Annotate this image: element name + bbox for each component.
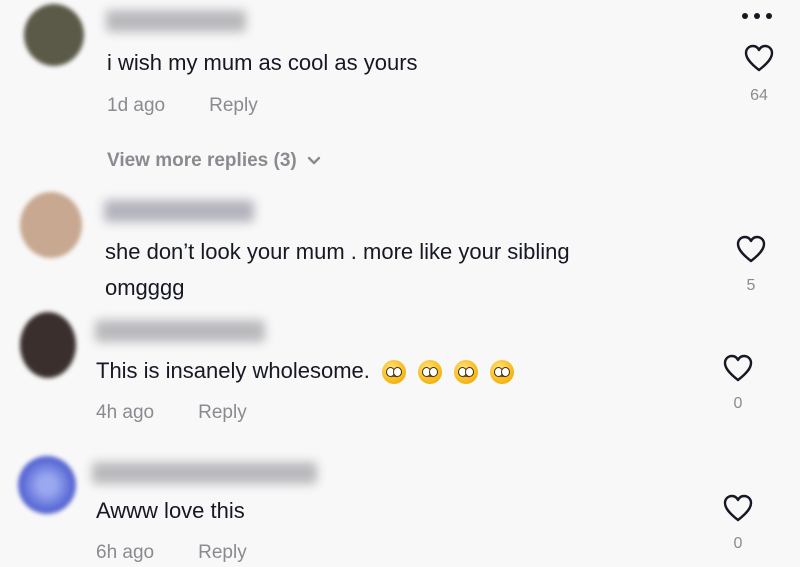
view-more-replies-label: View more replies (3) [107,150,297,171]
comment-time: 4h ago [96,402,155,423]
comment-text: i wish my mum as cool as yours [107,50,418,75]
username[interactable]: xxxxxxxxxxxxx [92,462,317,484]
like-button[interactable] [723,354,753,382]
view-more-replies-button[interactable]: View more replies (3) [107,150,321,172]
like-count: 64 [750,87,768,104]
avatar[interactable] [20,192,82,258]
like-button[interactable] [736,235,766,263]
like-button[interactable] [744,44,774,72]
heart-outline-icon [736,235,766,263]
comment-meta: 1d ago Reply [107,95,258,117]
reply-button[interactable]: Reply [198,542,247,564]
like-count: 0 [733,395,743,412]
avatar[interactable] [24,4,84,66]
pleading-face-emoji [454,360,479,385]
username[interactable]: xxxxxxx [106,10,246,32]
more-options-button[interactable] [740,8,774,26]
comment-text-line2: omgggg [105,275,185,300]
comment-text: she don’t look your mum . more like your… [105,239,570,264]
heart-outline-icon [723,494,753,522]
pleading-face-emoji [418,360,443,385]
more-dots-icon [742,13,772,19]
like-count: 0 [733,535,743,552]
username[interactable]: xxxxx [104,200,254,222]
avatar[interactable] [20,312,76,378]
heart-outline-icon [723,354,753,382]
like-count: 5 [746,277,756,294]
heart-outline-icon [744,44,774,72]
comment-text: This is insanely wholesome. [96,353,515,389]
like-button[interactable] [723,494,753,522]
comment-time: 1d ago [107,95,166,116]
comment-text-body: This is insanely wholesome. [96,358,370,383]
comment-time: 6h ago [96,542,155,563]
comment-meta: 6h ago Reply [96,542,247,564]
pleading-face-emoji [382,360,407,385]
pleading-face-emoji [490,360,515,385]
avatar[interactable] [18,456,76,514]
comment-meta: 4h ago Reply [96,402,247,424]
chevron-down-icon [307,156,320,165]
username[interactable]: xxxxxxxxxx [95,320,265,342]
comment-text: Awww love this [96,498,245,523]
reply-button[interactable]: Reply [198,402,247,424]
reply-button[interactable]: Reply [209,95,258,117]
